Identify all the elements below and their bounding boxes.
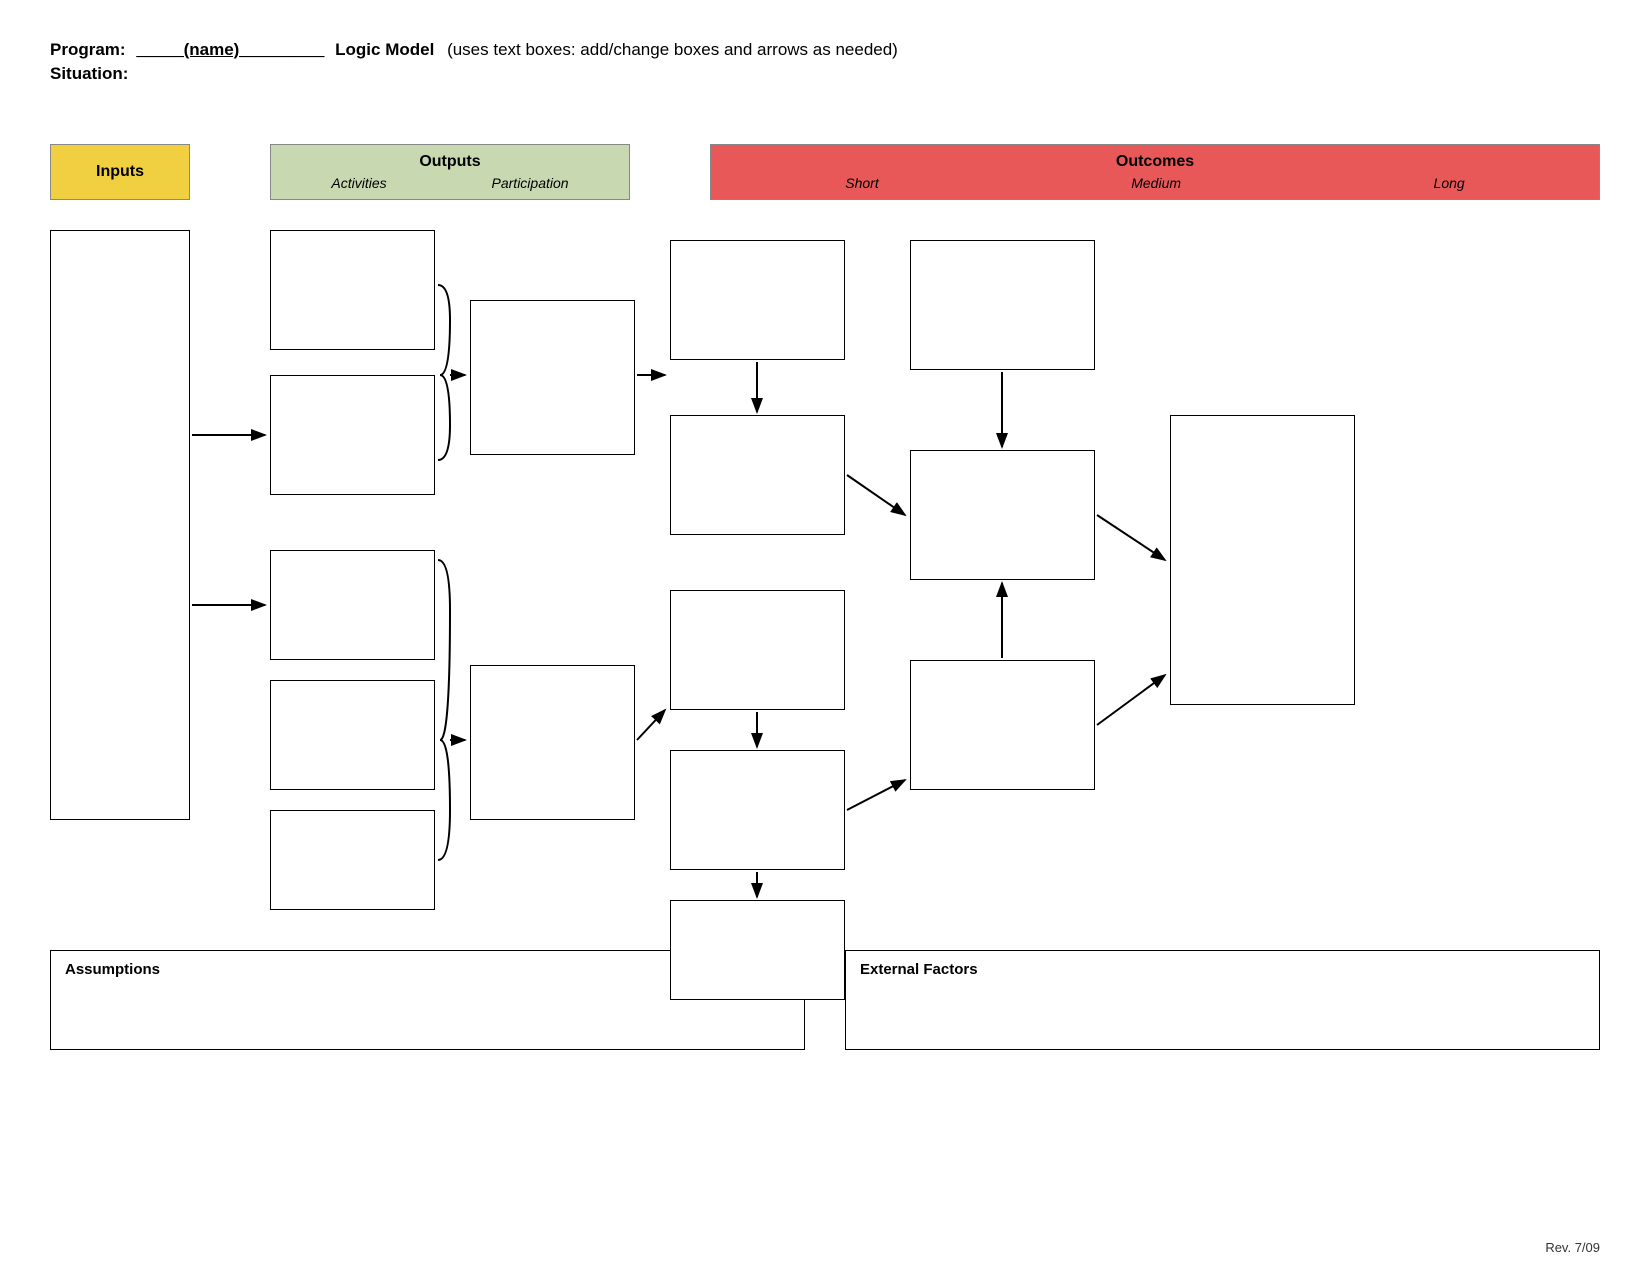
inputs-header: Inputs (50, 144, 190, 200)
header-note: (uses text boxes: add/change boxes and a… (447, 40, 898, 59)
external-factors-box[interactable]: External Factors (845, 950, 1600, 1050)
arrow-part2-to-short3 (637, 710, 665, 740)
column-headers: Inputs Outputs Activities Participation … (50, 144, 1600, 200)
program-name[interactable]: _____(name)_________ (136, 40, 324, 59)
inputs-box[interactable] (50, 230, 190, 820)
arrow-short4-to-medium3 (847, 780, 905, 810)
outcomes-header: Outcomes Short Medium Long (710, 144, 1600, 200)
arrow-medium3-to-long1 (1097, 675, 1165, 725)
outcomes-label: Outcomes (1116, 153, 1194, 171)
activity-box-5[interactable] (270, 810, 435, 910)
header-line1: Program: _____(name)_________ Logic Mode… (50, 40, 1600, 60)
situation-label: Situation: (50, 64, 1600, 84)
logic-model-label: Logic Model (335, 40, 434, 59)
program-label: Program: (50, 40, 126, 59)
short-outcome-1[interactable] (670, 240, 845, 360)
activity-box-4[interactable] (270, 680, 435, 790)
activities-label: Activities (331, 175, 386, 191)
gap1 (190, 144, 270, 200)
short-outcome-2[interactable] (670, 415, 845, 535)
outputs-header: Outputs Activities Participation (270, 144, 630, 200)
arrow-short2-to-medium2 (847, 475, 905, 515)
short-label: Short (845, 175, 878, 191)
diagram (50, 220, 1600, 920)
medium-label: Medium (1131, 175, 1181, 191)
medium-outcome-2[interactable] (910, 450, 1095, 580)
outcomes-subtitles: Short Medium Long (719, 175, 1591, 191)
long-outcome-1[interactable] (1170, 415, 1355, 705)
activity-box-1[interactable] (270, 230, 435, 350)
activity-box-2[interactable] (270, 375, 435, 495)
activity-box-3[interactable] (270, 550, 435, 660)
revision-label: Rev. 7/09 (1545, 1240, 1600, 1255)
short-outcome-4[interactable] (670, 750, 845, 870)
brace-top (438, 285, 450, 460)
participation-box-2[interactable] (470, 665, 635, 820)
brace-bottom (438, 560, 450, 860)
outputs-subtitles: Activities Participation (279, 175, 621, 191)
gap2 (630, 144, 710, 200)
page: Program: _____(name)_________ Logic Mode… (0, 0, 1650, 1275)
participation-box-1[interactable] (470, 300, 635, 455)
short-outcome-3[interactable] (670, 590, 845, 710)
header: Program: _____(name)_________ Logic Mode… (50, 40, 1600, 84)
outputs-label: Outputs (419, 153, 480, 171)
short-outcome-5[interactable] (670, 900, 845, 1000)
long-label: Long (1434, 175, 1465, 191)
external-factors-label: External Factors (860, 961, 1585, 978)
arrow-medium2-to-long1 (1097, 515, 1165, 560)
medium-outcome-3[interactable] (910, 660, 1095, 790)
participation-label: Participation (492, 175, 569, 191)
inputs-label: Inputs (96, 163, 144, 181)
medium-outcome-1[interactable] (910, 240, 1095, 370)
